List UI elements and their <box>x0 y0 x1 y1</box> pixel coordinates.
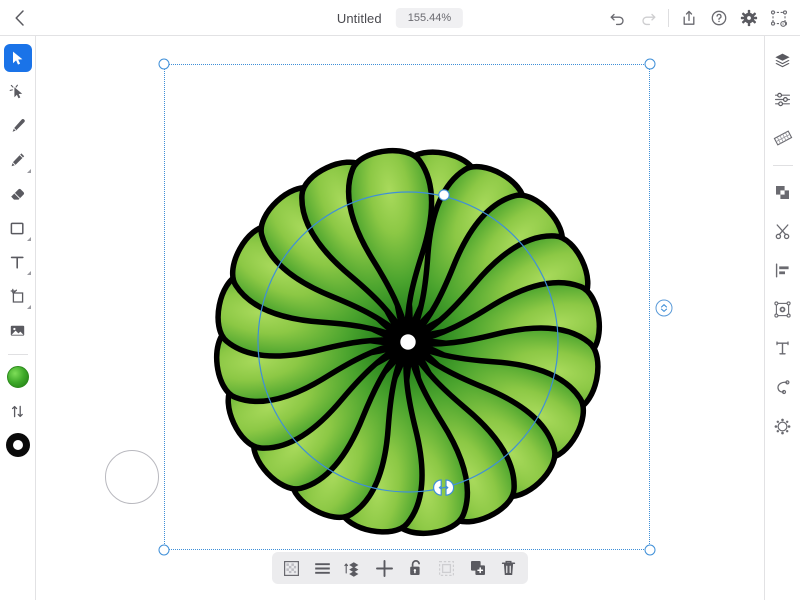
chevron-up-down-icon <box>660 304 668 312</box>
image-icon <box>10 325 25 336</box>
boolean-shapes-icon <box>776 185 789 199</box>
tool-select[interactable] <box>3 44 32 72</box>
sliders-icon <box>775 92 790 106</box>
redo-button[interactable] <box>633 0 663 36</box>
radius-dot-handle[interactable] <box>438 189 450 201</box>
stroke-color-swatch <box>5 433 30 457</box>
redo-icon <box>642 13 656 26</box>
hamburger-lines-icon <box>315 562 330 574</box>
tool-free-transform[interactable] <box>4 282 32 310</box>
text-t-icon <box>10 256 24 269</box>
toolbar-divider <box>772 165 793 166</box>
toolbar-divider <box>7 354 28 355</box>
submenu-corner-icon <box>26 271 31 275</box>
panel-align[interactable] <box>769 256 797 284</box>
settings-button[interactable] <box>734 0 764 36</box>
action-lock[interactable] <box>400 554 431 582</box>
action-delete[interactable] <box>493 554 524 582</box>
tool-pencil[interactable] <box>4 146 32 174</box>
submenu-corner-icon <box>26 237 31 241</box>
panel-curve[interactable] <box>769 373 797 401</box>
object-action-bar <box>272 552 528 584</box>
duplicate-plus-icon <box>470 561 485 575</box>
pen-icon <box>12 118 25 132</box>
undo-icon <box>610 13 624 26</box>
flower-rosette[interactable] <box>36 36 764 600</box>
stroke-swatch[interactable] <box>4 431 32 459</box>
document-title: Untitled <box>336 10 382 26</box>
panel-grid[interactable] <box>769 124 797 152</box>
panel-symbol[interactable] <box>769 295 797 323</box>
action-fill-pattern[interactable] <box>276 554 307 582</box>
undo-button[interactable] <box>603 0 633 36</box>
rotate-stack-handle[interactable] <box>655 299 673 317</box>
canvas-area[interactable] <box>36 36 764 600</box>
top-bar-actions: 0 <box>603 0 794 36</box>
panel-boolean[interactable] <box>769 178 797 206</box>
swap-arrows-icon <box>11 405 23 417</box>
action-arrange[interactable] <box>338 554 369 582</box>
curve-node-icon <box>777 379 790 394</box>
submenu-corner-icon <box>26 169 31 173</box>
back-button[interactable] <box>0 0 40 36</box>
petal-group <box>197 131 619 553</box>
cursor-arrow-icon <box>13 51 23 65</box>
rectangle-icon <box>10 222 24 234</box>
tool-shape[interactable] <box>4 214 32 242</box>
app-root: Untitled 155.44% 0 <box>0 0 800 600</box>
scissors-icon <box>775 223 790 239</box>
panel-cut[interactable] <box>769 217 797 245</box>
eraser-icon <box>11 188 24 200</box>
swap-fill-stroke[interactable] <box>4 397 32 425</box>
ruler-grid-icon <box>773 130 792 146</box>
action-group[interactable] <box>431 554 462 582</box>
node-edit-icon <box>9 84 23 98</box>
transform-button[interactable]: 0 <box>764 0 794 36</box>
submenu-corner-icon <box>26 305 31 309</box>
trash-can-icon <box>501 560 516 575</box>
align-left-icon <box>775 263 789 277</box>
right-toolbar <box>764 36 800 600</box>
action-duplicate[interactable] <box>462 554 493 582</box>
panel-adjust[interactable] <box>769 85 797 113</box>
fill-color-swatch <box>6 366 29 388</box>
help-button[interactable] <box>704 0 734 36</box>
action-move[interactable] <box>369 554 400 582</box>
share-button[interactable] <box>674 0 704 36</box>
effects-gear-icon <box>774 418 791 434</box>
tool-image[interactable] <box>4 316 32 344</box>
checker-square-icon <box>284 560 300 576</box>
free-transform-icon <box>10 288 24 303</box>
tool-eraser[interactable] <box>4 180 32 208</box>
svg-text:0: 0 <box>782 22 784 26</box>
tool-node-edit[interactable] <box>4 78 32 106</box>
panel-effects[interactable] <box>769 412 797 440</box>
fill-swatch[interactable] <box>4 363 32 391</box>
tool-text[interactable] <box>4 248 32 276</box>
tool-pen[interactable] <box>4 112 32 140</box>
typography-t-icon <box>776 340 789 354</box>
action-align[interactable] <box>307 554 338 582</box>
gear-icon <box>740 9 758 27</box>
zoom-level-field[interactable]: 155.44% <box>395 8 464 28</box>
panel-typography[interactable] <box>769 334 797 362</box>
chevron-left-icon <box>15 9 24 26</box>
top-bar: Untitled 155.44% 0 <box>0 0 800 36</box>
share-export-icon <box>683 10 695 25</box>
group-shapes-icon <box>439 560 455 576</box>
panel-layers[interactable] <box>769 46 797 74</box>
toolbar-divider <box>668 9 669 27</box>
move-cross-icon <box>376 559 393 577</box>
transform-bounds-icon: 0 <box>770 10 788 27</box>
petals <box>197 131 619 553</box>
layers-icon <box>775 53 790 67</box>
left-toolbar <box>0 36 36 600</box>
arrange-order-icon <box>344 561 359 577</box>
symbol-bounds-icon <box>774 300 791 318</box>
title-group: Untitled 155.44% <box>336 0 464 36</box>
question-mark-icon <box>711 10 727 26</box>
pencil-icon <box>11 152 25 166</box>
unlocked-padlock-icon <box>410 560 421 575</box>
